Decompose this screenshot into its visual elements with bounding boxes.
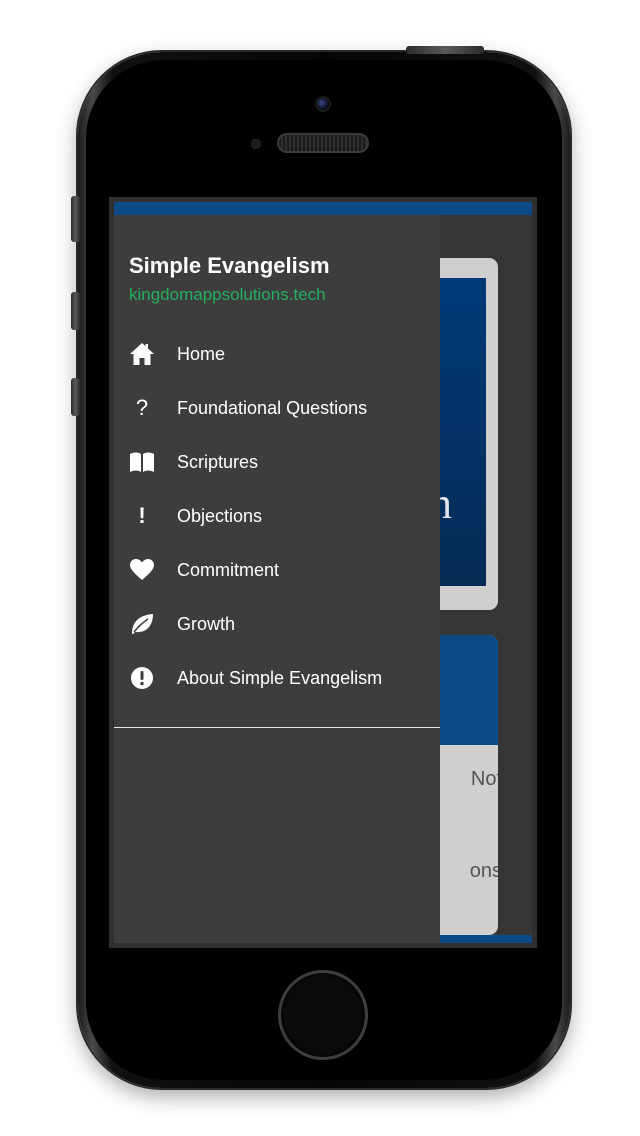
question-mark-icon: ?: [135, 395, 149, 420]
menu-item-label: Home: [177, 344, 226, 364]
menu-item-label: Scriptures: [177, 452, 259, 472]
menu-item-label: Foundational Questions: [177, 398, 368, 418]
power-button: [406, 46, 484, 54]
home-icon: [129, 342, 155, 366]
menu-item-about[interactable]: About Simple Evangelism: [114, 651, 440, 705]
navigation-drawer: Simple Evangelism kingdomappsolutions.te…: [114, 202, 440, 943]
volume-down-button: [71, 378, 80, 416]
leaf-icon: [129, 612, 155, 636]
drawer-app-title: Simple Evangelism: [129, 253, 330, 278]
menu-item-objections[interactable]: ! Objections: [114, 489, 440, 543]
info-circle-icon: [129, 666, 155, 690]
background-card-text-2: ons: [469, 860, 498, 882]
menu-item-growth[interactable]: Growth: [114, 597, 440, 651]
menu-item-home[interactable]: Home: [114, 327, 440, 381]
menu-item-label: Growth: [177, 614, 236, 634]
menu-item-scriptures[interactable]: Scriptures: [114, 435, 440, 489]
book-open-icon: [129, 450, 155, 474]
drawer-menu: Home ? Foundational Questions Scriptures…: [114, 327, 440, 705]
drawer-divider: [114, 727, 440, 728]
menu-item-label: About Simple Evangelism: [177, 668, 383, 688]
volume-up-button: [71, 292, 80, 330]
menu-item-label: Commitment: [177, 560, 280, 580]
menu-item-label: Objections: [177, 506, 263, 526]
proximity-sensor: [251, 139, 261, 149]
exclamation-icon: !: [138, 503, 146, 528]
mute-switch: [71, 196, 80, 242]
home-button: [278, 970, 368, 1060]
front-camera: [315, 96, 331, 112]
menu-item-foundational-questions[interactable]: ? Foundational Questions: [114, 381, 440, 435]
drawer-status-bar: [114, 202, 440, 215]
screen: n Not ons Simple Evangelism kingdomappso…: [109, 197, 537, 948]
heart-icon: [129, 558, 155, 582]
drawer-website-link[interactable]: kingdomappsolutions.tech: [129, 285, 326, 305]
earpiece-speaker: [277, 133, 369, 153]
background-card-text-1: Not: [470, 768, 498, 790]
menu-item-commitment[interactable]: Commitment: [114, 543, 440, 597]
